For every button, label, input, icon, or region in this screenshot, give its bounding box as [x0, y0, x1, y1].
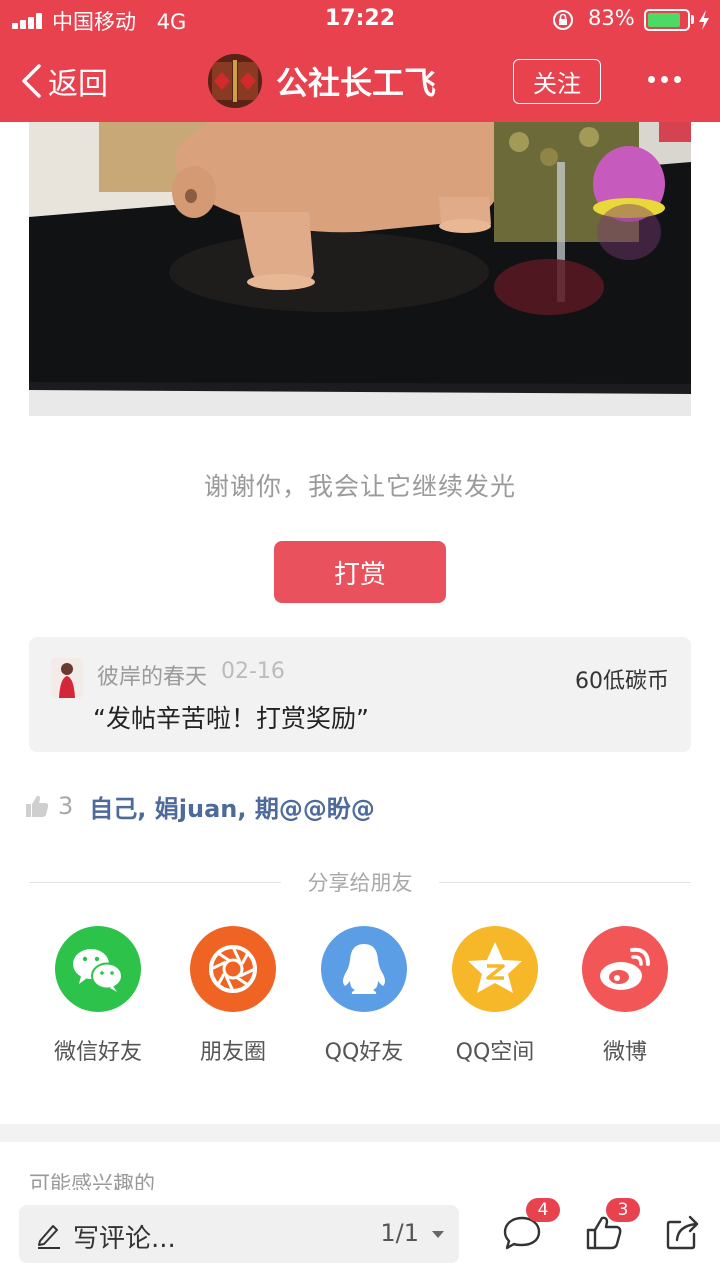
weibo-icon [582, 926, 668, 1012]
post-photo[interactable] [29, 122, 691, 416]
author-avatar[interactable] [208, 54, 262, 108]
qq-penguin-glyph [343, 944, 385, 994]
charging-bolt-icon [699, 10, 709, 30]
pen-icon [38, 1225, 60, 1249]
user-avatar-icon [51, 658, 83, 698]
share-qzone[interactable]: QQ空间 [440, 926, 550, 1066]
status-bar: 中国移动 4G 17:22 83% [0, 0, 720, 40]
share-moments[interactable]: 朋友圈 [178, 926, 288, 1066]
chevron-down-icon[interactable] [432, 1231, 444, 1238]
moments-glyph [209, 945, 257, 993]
back-button[interactable]: 返回 [20, 60, 108, 102]
comment-count-badge: 4 [526, 1198, 560, 1222]
share-label-qq: QQ好友 [324, 1040, 404, 1065]
section-separator [0, 1124, 720, 1142]
battery-percent: 83% [588, 6, 635, 30]
reward-date: 02-16 [221, 659, 285, 684]
moments-icon [190, 926, 276, 1012]
share-label-wechat: 微信好友 [53, 1040, 142, 1065]
share-weibo[interactable]: 微博 [570, 926, 680, 1066]
chevron-left-icon [22, 64, 41, 98]
weibo-glyph [600, 947, 650, 990]
battery-icon [644, 9, 690, 31]
rewarder-avatar[interactable] [51, 658, 83, 698]
wechat-glyph [73, 949, 123, 992]
battery-tip [691, 15, 694, 24]
reward-button[interactable]: 打赏 [274, 541, 446, 603]
more-options-icon[interactable] [648, 76, 682, 86]
wechat-icon [55, 926, 141, 1012]
share-button[interactable] [664, 1212, 704, 1252]
comment-placeholder: 写评论... [73, 1224, 176, 1254]
qzone-star-glyph [468, 942, 522, 993]
author-name[interactable]: 公社长工飞 [276, 58, 436, 104]
share-wechat[interactable]: 微信好友 [43, 926, 153, 1066]
rewarder-name[interactable]: 彼岸的春天 [97, 659, 207, 691]
rotation-lock-icon [553, 10, 573, 30]
reward-amount: 60低碳币 [575, 669, 669, 694]
qzone-icon [452, 926, 538, 1012]
share-label-moments: 朋友圈 [199, 1040, 266, 1065]
share-arrow-icon [666, 1215, 699, 1250]
liker-names[interactable]: 自己, 娟juan, 期@@盼@ [89, 789, 375, 824]
page-indicator[interactable]: 1/1 [380, 1219, 419, 1247]
battery-level [648, 13, 680, 27]
bottom-toolbar: 写评论... 1/1 4 3 [0, 1190, 720, 1280]
share-divider: 分享给朋友 [29, 866, 691, 898]
reward-message: “发帖辛苦啦！打赏奖励” [93, 704, 369, 733]
likes-row: 3 自己, 娟juan, 期@@盼@ [24, 788, 375, 824]
piggy-bank-photo [29, 122, 691, 416]
post-detail-page: 中国移动 4G 17:22 83% 返回 公社长工飞 关注 谢谢你，我会让它继续… [0, 0, 720, 1280]
reward-prompt-text: 谢谢你，我会让它继续发光 [203, 472, 516, 501]
qq-icon [321, 926, 407, 1012]
thumbs-up-icon[interactable] [24, 793, 50, 819]
profile-avatar-icon [208, 54, 262, 108]
like-count-badge: 3 [606, 1198, 640, 1222]
share-label-qzone: QQ空间 [455, 1040, 535, 1065]
share-label: 分享给朋友 [307, 871, 413, 895]
share-label-weibo: 微博 [602, 1040, 647, 1065]
share-qq[interactable]: QQ好友 [309, 926, 419, 1066]
like-count: 3 [58, 792, 74, 820]
reward-record-card: 彼岸的春天 02-16 60低碳币 “发帖辛苦啦！打赏奖励” [29, 637, 691, 752]
back-label: 返回 [48, 67, 108, 102]
app-header: 中国移动 4G 17:22 83% 返回 公社长工飞 关注 [0, 0, 720, 122]
comment-input[interactable]: 写评论... 1/1 [19, 1205, 459, 1263]
nav-bar: 返回 公社长工飞 关注 [0, 40, 720, 122]
follow-button[interactable]: 关注 [513, 59, 601, 104]
